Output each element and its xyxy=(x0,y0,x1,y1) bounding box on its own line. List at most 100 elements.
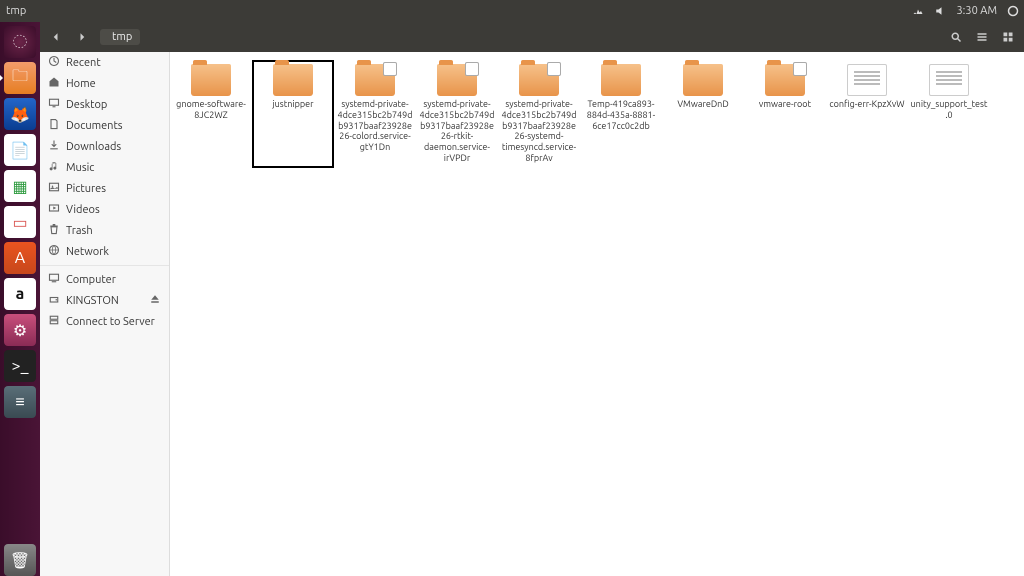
sidebar-label: KINGSTON xyxy=(66,295,119,307)
launcher-firefox[interactable]: 🦊 xyxy=(4,98,36,130)
view-grid-button[interactable] xyxy=(996,26,1020,48)
pic-icon xyxy=(48,181,60,196)
file-name: systemd-private-4dce315bc2b749db9317baaf… xyxy=(336,99,414,153)
file-item[interactable]: VMwareDnD xyxy=(662,60,744,168)
sidebar-pictures[interactable]: Pictures xyxy=(40,178,169,199)
sidebar-computer[interactable]: Computer xyxy=(40,269,169,290)
sidebar-downloads[interactable]: Downloads xyxy=(40,136,169,157)
sidebar-label: Computer xyxy=(66,274,116,286)
locked-folder-icon xyxy=(355,64,395,96)
doc-icon xyxy=(48,118,60,133)
sidebar-label: Downloads xyxy=(66,141,121,153)
locked-folder-icon xyxy=(437,64,477,96)
text-file-icon xyxy=(847,64,887,96)
file-name: vmware-root xyxy=(759,99,811,110)
locked-folder-icon xyxy=(765,64,805,96)
toolbar: tmp xyxy=(40,22,1024,52)
music-icon xyxy=(48,160,60,175)
sidebar-label: Music xyxy=(66,162,94,174)
nautilus-window: tmp Recent Home Desktop Documents Downloads M… xyxy=(40,22,1024,576)
file-item[interactable]: systemd-private-4dce315bc2b749db9317baaf… xyxy=(334,60,416,168)
file-name: Temp-419ca893-884d-435a-8881-6ce17cc0c2d… xyxy=(582,99,660,131)
locked-folder-icon xyxy=(519,64,559,96)
top-menubar: tmp 3:30 AM xyxy=(0,0,1024,22)
sidebar-label: Connect to Server xyxy=(66,316,155,328)
launcher-amazon[interactable]: a xyxy=(4,278,36,310)
path-crumb[interactable]: tmp xyxy=(100,29,140,45)
sidebar-home[interactable]: Home xyxy=(40,73,169,94)
launcher-settings[interactable]: ⚙ xyxy=(4,314,36,346)
file-item[interactable]: justnipper xyxy=(252,60,334,168)
session-indicator[interactable] xyxy=(1002,5,1024,17)
desktop-icon xyxy=(48,97,60,112)
launcher-software[interactable]: A xyxy=(4,242,36,274)
folder-icon xyxy=(601,64,641,96)
launcher-files[interactable]: 🗀 xyxy=(4,62,36,94)
clock[interactable]: 3:30 AM xyxy=(951,5,1002,17)
launcher-calc[interactable]: ▦ xyxy=(4,170,36,202)
launcher-sysmon[interactable]: ≡ xyxy=(4,386,36,418)
sidebar-music[interactable]: Music xyxy=(40,157,169,178)
net-icon xyxy=(48,244,60,259)
window-title: tmp xyxy=(0,5,26,17)
unity-launcher: ◌ 🗀 🦊 📄 ▦ ▭ Aa ⚙ >_ ≡ 🗑 xyxy=(0,22,40,576)
sound-indicator[interactable] xyxy=(929,5,951,17)
view-list-button[interactable] xyxy=(970,26,994,48)
forward-button[interactable] xyxy=(70,26,94,48)
trash-icon xyxy=(48,223,60,238)
launcher-impress[interactable]: ▭ xyxy=(4,206,36,238)
sidebar-label: Videos xyxy=(66,204,100,216)
sidebar-connect-server[interactable]: Connect to Server xyxy=(40,311,169,332)
sidebar-videos[interactable]: Videos xyxy=(40,199,169,220)
sidebar: Recent Home Desktop Documents Downloads Music… xyxy=(40,52,170,576)
folder-icon xyxy=(683,64,723,96)
file-item[interactable]: config-err-KpzXvW xyxy=(826,60,908,168)
home-icon xyxy=(48,76,60,91)
sidebar-label: Recent xyxy=(66,57,101,69)
file-name: gnome-software-8JC2WZ xyxy=(172,99,250,121)
file-item[interactable]: gnome-software-8JC2WZ xyxy=(170,60,252,168)
down-icon xyxy=(48,139,60,154)
sidebar-label: Trash xyxy=(66,225,93,237)
folder-icon xyxy=(273,64,313,96)
sidebar-label: Network xyxy=(66,246,109,258)
vid-icon xyxy=(48,202,60,217)
sidebar-desktop[interactable]: Desktop xyxy=(40,94,169,115)
sidebar-kingston[interactable]: KINGSTON xyxy=(40,290,169,311)
computer-icon xyxy=(48,272,60,287)
folder-icon xyxy=(191,64,231,96)
file-item[interactable]: vmware-root xyxy=(744,60,826,168)
file-item[interactable]: Temp-419ca893-884d-435a-8881-6ce17cc0c2d… xyxy=(580,60,662,168)
network-indicator[interactable] xyxy=(907,5,929,17)
launcher-terminal[interactable]: >_ xyxy=(4,350,36,382)
launcher-trash[interactable]: 🗑 xyxy=(4,544,36,576)
sidebar-network[interactable]: Network xyxy=(40,241,169,262)
file-name: systemd-private-4dce315bc2b749db9317baaf… xyxy=(418,99,496,164)
sidebar-documents[interactable]: Documents xyxy=(40,115,169,136)
drive-icon xyxy=(48,293,60,308)
text-file-icon xyxy=(929,64,969,96)
sidebar-label: Pictures xyxy=(66,183,106,195)
sidebar-trash[interactable]: Trash xyxy=(40,220,169,241)
sidebar-recent[interactable]: Recent xyxy=(40,52,169,73)
file-name: config-err-KpzXvW xyxy=(829,99,904,110)
server-icon xyxy=(48,314,60,329)
file-name: systemd-private-4dce315bc2b749db9317baaf… xyxy=(500,99,578,164)
pathbar: tmp xyxy=(100,29,140,45)
sidebar-label: Home xyxy=(66,78,96,90)
file-item[interactable]: systemd-private-4dce315bc2b749db9317baaf… xyxy=(416,60,498,168)
launcher-writer[interactable]: 📄 xyxy=(4,134,36,166)
file-name: VMwareDnD xyxy=(677,99,728,110)
sidebar-label: Desktop xyxy=(66,99,107,111)
file-grid[interactable]: gnome-software-8JC2WZ justnipper systemd-p… xyxy=(170,52,1024,576)
launcher-dash[interactable]: ◌ xyxy=(4,26,36,58)
search-button[interactable] xyxy=(944,26,968,48)
back-button[interactable] xyxy=(44,26,68,48)
eject-icon[interactable] xyxy=(149,293,161,308)
path-label: tmp xyxy=(112,31,132,43)
file-item[interactable]: unity_support_test.0 xyxy=(908,60,990,168)
file-name: unity_support_test.0 xyxy=(910,99,988,121)
file-name: justnipper xyxy=(272,99,313,110)
sidebar-label: Documents xyxy=(66,120,123,132)
file-item[interactable]: systemd-private-4dce315bc2b749db9317baaf… xyxy=(498,60,580,168)
